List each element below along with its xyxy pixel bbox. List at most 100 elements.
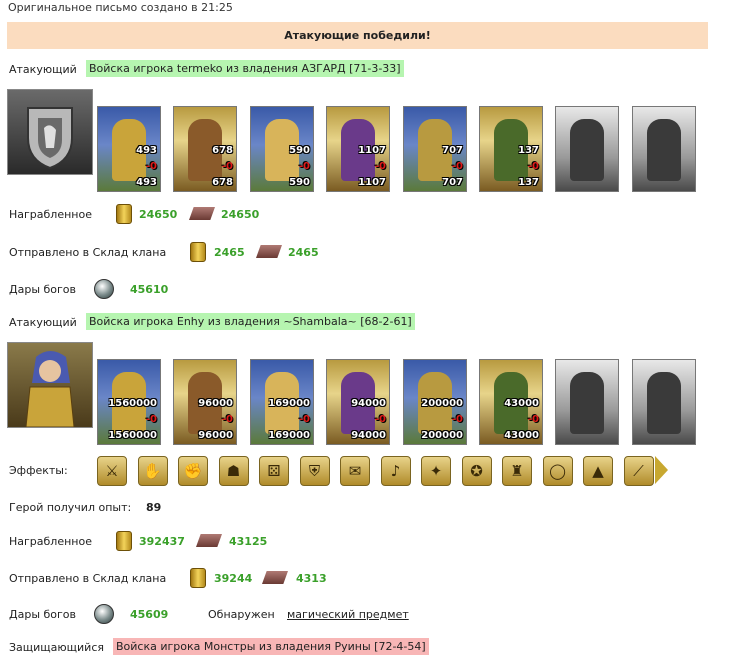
- blade-effect-icon[interactable]: ⟋: [623, 456, 654, 486]
- unit-count-bottom: 678: [212, 177, 233, 188]
- loot-label: Награбленное: [9, 208, 92, 221]
- defender-army-name: Войска игрока Монстры из владения Руины …: [113, 638, 429, 655]
- loot-gold-value: 392437: [139, 535, 185, 548]
- unit-loss: -0: [374, 161, 386, 172]
- unit-count-top: 707: [442, 145, 463, 156]
- ring-effect-icon[interactable]: ◯: [542, 456, 573, 486]
- gifts-value: 45609: [130, 608, 169, 621]
- unit-count-top: 1560000: [108, 398, 157, 409]
- gold-coins-icon: [190, 242, 206, 262]
- locked-unit-silhouette-icon: [647, 119, 681, 181]
- gifts-label: Дары богов: [9, 283, 77, 296]
- unit-loss: -0: [145, 161, 157, 172]
- fist-effect-icon[interactable]: ✊: [178, 456, 208, 486]
- clan-ore-value: 4313: [296, 572, 327, 585]
- hero-crest-portrait[interactable]: [7, 89, 93, 175]
- scroll-effect-icon[interactable]: ✉: [340, 456, 370, 486]
- unit-loss: -0: [527, 414, 539, 425]
- shield-effect-icon[interactable]: ⛨: [299, 456, 330, 486]
- unit-count-top: 169000: [268, 398, 310, 409]
- unit-slot[interactable]: 1107 -0 1107: [326, 106, 390, 192]
- unit-slot[interactable]: 200000 -0 200000: [403, 359, 467, 445]
- gold-coins-icon: [190, 568, 206, 588]
- unit-count-top: 493: [136, 145, 157, 156]
- unit-loss: -0: [145, 414, 157, 425]
- unit-slot[interactable]: 94000 -0 94000: [326, 359, 390, 445]
- xp-label: Герой получил опыт:: [9, 501, 132, 514]
- clan-gold-value: 39244: [214, 572, 253, 585]
- unit-count-bottom: 96000: [198, 430, 233, 441]
- unit-loss: -0: [298, 414, 310, 425]
- effects-label: Эффекты:: [9, 464, 68, 477]
- unit-count-top: 590: [289, 145, 310, 156]
- unit-count-top: 678: [212, 145, 233, 156]
- claw-effect-icon[interactable]: ✦: [421, 456, 451, 486]
- hero-portrait[interactable]: [7, 342, 93, 428]
- unit-count-top: 1107: [358, 145, 386, 156]
- defender-label: Защищающийся: [9, 641, 104, 654]
- unit-count-top: 137: [518, 145, 539, 156]
- unit-slot[interactable]: 43000 -0 43000: [479, 359, 543, 445]
- unit-slot[interactable]: 678 -0 678: [173, 106, 237, 192]
- sword-effect-icon[interactable]: ⚔: [97, 456, 127, 486]
- attacker-label: Атакующий: [9, 316, 77, 329]
- unit-slot[interactable]: 590 -0 590: [250, 106, 314, 192]
- xp-value: 89: [146, 501, 162, 514]
- unit-slot[interactable]: 493 -0 493: [97, 106, 161, 192]
- unit-slot[interactable]: 169000 -0 169000: [250, 359, 314, 445]
- attacker-army-name: Войска игрока Enhy из владения ~Shambala…: [86, 313, 415, 330]
- locked-unit-silhouette-icon: [570, 372, 604, 434]
- loot-gold-value: 24650: [139, 208, 178, 221]
- unit-count-top: 96000: [198, 398, 233, 409]
- pentagram-effect-icon[interactable]: ✪: [461, 456, 492, 486]
- ore-ingot-icon: [189, 207, 215, 220]
- ore-ingot-icon: [256, 245, 282, 258]
- unit-count-top: 94000: [351, 398, 386, 409]
- unit-loss: -0: [451, 414, 463, 425]
- handshake-effect-icon[interactable]: ✋: [137, 456, 168, 486]
- tent-effect-icon[interactable]: ▲: [583, 456, 613, 486]
- attacker-label: Атакующий: [9, 63, 77, 76]
- unit-loss: -0: [221, 161, 233, 172]
- empty-unit-slot: [632, 359, 696, 445]
- unit-count-bottom: 1107: [358, 177, 386, 188]
- unit-count-top: 200000: [421, 398, 463, 409]
- unit-loss: -0: [221, 414, 233, 425]
- clan-storage-label: Отправлено в Склад клана: [9, 572, 167, 585]
- helmet-effect-icon[interactable]: ☗: [218, 456, 249, 486]
- unit-slot[interactable]: 137 -0 137: [479, 106, 543, 192]
- magic-item-link[interactable]: магический предмет: [287, 608, 409, 621]
- gifts-label: Дары богов: [9, 608, 77, 621]
- unit-count-bottom: 137: [518, 177, 539, 188]
- unit-count-bottom: 590: [289, 177, 310, 188]
- loot-ore-value: 43125: [229, 535, 268, 548]
- empty-unit-slot: [555, 106, 619, 192]
- mail-created-time: Оригинальное письмо создано в 21:25: [8, 1, 233, 14]
- loot-ore-value: 24650: [221, 208, 260, 221]
- gold-coins-icon: [116, 531, 132, 551]
- locked-unit-silhouette-icon: [570, 119, 604, 181]
- ore-ingot-icon: [262, 571, 288, 584]
- effects-scroll-right-icon[interactable]: [655, 456, 668, 484]
- loot-label: Награбленное: [9, 535, 92, 548]
- unit-slot[interactable]: 1560000 -0 1560000: [97, 359, 161, 445]
- clan-gold-value: 2465: [214, 246, 245, 259]
- unit-count-bottom: 43000: [504, 430, 539, 441]
- dice-effect-icon[interactable]: ⚄: [259, 456, 289, 486]
- clan-ore-value: 2465: [288, 246, 319, 259]
- empty-unit-slot: [632, 106, 696, 192]
- unit-loss: -0: [527, 161, 539, 172]
- unit-loss: -0: [374, 414, 386, 425]
- shield-crest-icon: [27, 107, 73, 170]
- ore-ingot-icon: [196, 534, 222, 547]
- unit-count-bottom: 1560000: [108, 430, 157, 441]
- horn-effect-icon[interactable]: ♪: [380, 456, 411, 486]
- gods-gift-orb-icon: [94, 279, 114, 299]
- unit-slot[interactable]: 707 -0 707: [403, 106, 467, 192]
- gold-coins-icon: [116, 204, 132, 224]
- empty-unit-slot: [555, 359, 619, 445]
- unit-count-bottom: 169000: [268, 430, 310, 441]
- unit-loss: -0: [298, 161, 310, 172]
- armor-effect-icon[interactable]: ♜: [502, 456, 532, 486]
- unit-slot[interactable]: 96000 -0 96000: [173, 359, 237, 445]
